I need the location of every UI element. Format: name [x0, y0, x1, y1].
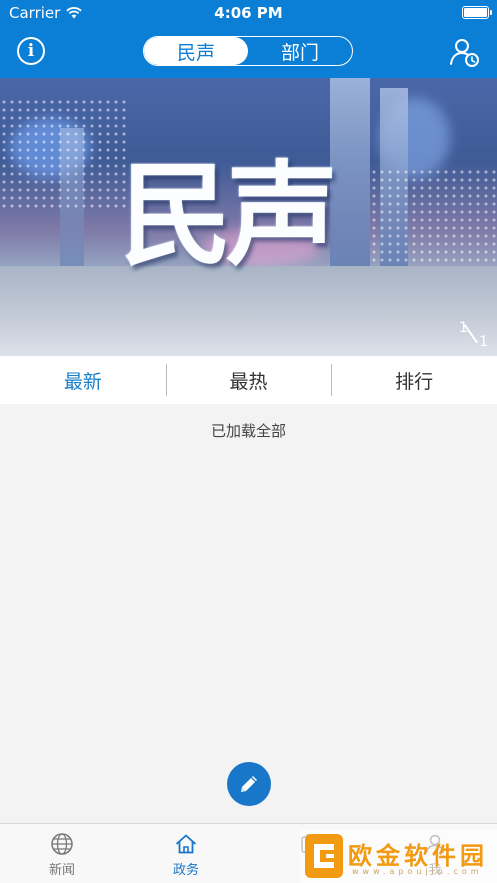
segment-minsheng[interactable]: 民声: [144, 37, 248, 65]
banner-pager: 1 1: [457, 320, 489, 350]
pencil-icon: [241, 776, 257, 792]
compose-button[interactable]: [227, 762, 271, 806]
banner-dot-pattern: [0, 98, 130, 208]
tab-ranking[interactable]: 排行: [331, 356, 497, 404]
watermark: 欧金软件园 www.apoujin.com: [300, 830, 497, 883]
sort-tabs: 最新 最热 排行: [0, 356, 497, 404]
tabbar-label: 政务: [172, 863, 199, 878]
battery-icon: [462, 6, 492, 19]
tab-hottest[interactable]: 最热: [165, 356, 332, 404]
banner-building: [330, 78, 370, 268]
banner[interactable]: 民声 1 1: [0, 78, 497, 356]
segment-bumen[interactable]: 部门: [248, 37, 352, 65]
user-history-icon[interactable]: [449, 36, 481, 68]
status-time: 4:06 PM: [214, 4, 283, 22]
tab-latest[interactable]: 最新: [0, 356, 166, 404]
segmented-control: 民声 部门: [143, 36, 353, 66]
watermark-url: www.apoujin.com: [352, 867, 483, 876]
tabbar-item-government[interactable]: 政务: [151, 832, 221, 878]
top-bar: Carrier 4:06 PM i 民声 部门: [0, 0, 497, 78]
pager-total: 1: [479, 334, 488, 350]
globe-icon: [51, 833, 73, 855]
tabbar-label: 新闻: [48, 863, 75, 878]
list-status: 已加载全部: [210, 422, 286, 440]
tabbar-item-news[interactable]: 新闻: [27, 832, 97, 878]
watermark-logo: [305, 834, 343, 878]
banner-title: 民声: [120, 150, 338, 281]
status-bar: Carrier 4:06 PM: [0, 0, 497, 26]
info-icon[interactable]: i: [17, 37, 45, 65]
home-icon: [175, 834, 197, 854]
watermark-name: 欧金软件园: [348, 842, 488, 870]
